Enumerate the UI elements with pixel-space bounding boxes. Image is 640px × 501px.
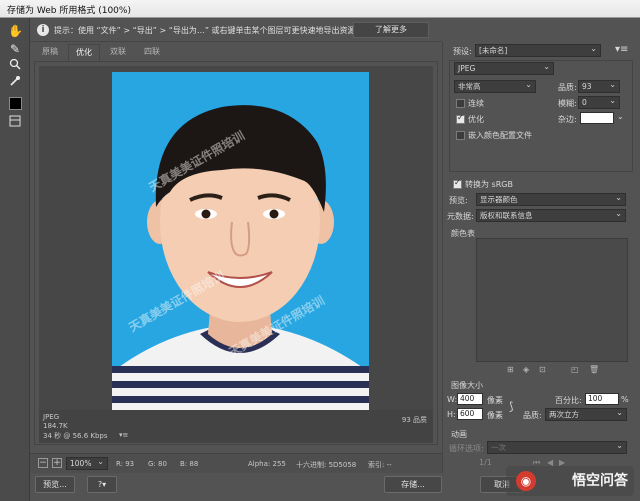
link-proportions-icon[interactable]: ⟆ bbox=[509, 400, 513, 413]
convert-srgb-checkbox[interactable] bbox=[453, 178, 462, 189]
progressive-checkbox[interactable] bbox=[456, 99, 465, 108]
slice-select-tool-icon[interactable]: ✎ bbox=[8, 42, 22, 56]
zoom-bar: − + 100% R: 93 G: 80 B: 88 Alpha: 255 十六… bbox=[30, 453, 442, 473]
eyedropper-tool-icon[interactable] bbox=[8, 75, 22, 89]
info-icon: i bbox=[37, 24, 49, 36]
zoom-out-button[interactable]: − bbox=[38, 458, 48, 468]
color-table-title: 颜色表 bbox=[451, 229, 475, 238]
help-icon: ?▾ bbox=[97, 480, 107, 489]
quality-label: 品质: bbox=[558, 83, 577, 92]
learn-more-button[interactable]: 了解更多 bbox=[353, 22, 429, 38]
download-time-text: 34 秒 @ 56.6 Kbps bbox=[43, 432, 108, 440]
r-value: R: 93 bbox=[116, 460, 135, 468]
height-input[interactable]: 600 bbox=[457, 408, 483, 420]
height-label: H: bbox=[447, 410, 456, 419]
preview-canvas: 天真美美证件照培训 天真美美证件照培训 天真美美证件照培训 JPEG 184.7… bbox=[34, 61, 438, 445]
window-titlebar: 存储为 Web 所用格式 (100%) bbox=[0, 0, 640, 18]
format-text: JPEG bbox=[43, 413, 60, 421]
b-value: B: 88 bbox=[180, 460, 199, 468]
optimized-info: JPEG 184.7K 34 秒 @ 56.6 Kbps ▾≡ 93 品质 bbox=[39, 410, 433, 443]
progressive-label: 连续 bbox=[468, 99, 484, 108]
new-color-icon[interactable]: ◰ bbox=[571, 365, 579, 374]
frame-counter: 1/1 bbox=[479, 458, 492, 467]
eyedropper-color-swatch[interactable] bbox=[9, 97, 22, 110]
convert-srgb-label: 转换为 sRGB bbox=[465, 180, 513, 189]
window-title: 存储为 Web 所用格式 (100%) bbox=[7, 6, 131, 16]
preview-label: 预览: bbox=[449, 196, 468, 205]
metadata-label: 元数据: bbox=[447, 212, 474, 221]
wukong-logo-icon: ◉ bbox=[516, 471, 536, 491]
download-speed-menu-icon[interactable]: ▾≡ bbox=[119, 431, 128, 439]
tab-original[interactable]: 原稿 bbox=[34, 44, 66, 61]
quality-preset-select[interactable]: 非常高 bbox=[454, 80, 536, 93]
quality-input[interactable]: 93 bbox=[578, 80, 620, 93]
blur-label: 模糊: bbox=[558, 99, 577, 108]
preset-label: 预设: bbox=[453, 47, 472, 56]
tab-2up[interactable]: 双联 bbox=[102, 44, 134, 61]
panel-menu-icon[interactable]: ▾≡ bbox=[615, 44, 628, 55]
width-input[interactable]: 400 bbox=[457, 393, 483, 405]
zoom-level-select[interactable]: 100% bbox=[66, 457, 108, 470]
g-value: G: 80 bbox=[148, 460, 167, 468]
matte-chevron-icon[interactable]: ⌄ bbox=[617, 112, 624, 121]
matte-color-swatch[interactable] bbox=[580, 112, 614, 124]
tab-4up[interactable]: 四联 bbox=[136, 44, 168, 61]
file-size-text: 184.7K bbox=[43, 422, 68, 430]
zoom-tool-icon[interactable] bbox=[8, 58, 22, 72]
help-menu-button[interactable]: ?▾ bbox=[87, 476, 117, 493]
save-button[interactable]: 存储... bbox=[384, 476, 442, 493]
preview-color-select[interactable]: 显示器颜色 bbox=[476, 193, 626, 206]
alpha-value: Alpha: 255 bbox=[248, 460, 286, 468]
percent-unit: % bbox=[621, 395, 629, 404]
percent-label: 百分比: bbox=[555, 396, 582, 405]
settings-panel: 预设: [未命名] ▾≡ JPEG 非常高 品质: 93 连续 模糊: 0 优化… bbox=[442, 42, 640, 473]
watermark-logo-text: 悟空问答 bbox=[572, 473, 628, 489]
optimized-label: 优化 bbox=[468, 115, 484, 124]
percent-input[interactable]: 100 bbox=[585, 393, 619, 405]
hand-tool-icon[interactable]: ✋ bbox=[8, 24, 23, 38]
tools-panel: ✋ ✎ bbox=[0, 18, 30, 501]
resample-quality-select[interactable]: 两次立方 bbox=[545, 408, 627, 421]
wukong-watermark: ◉ 悟空问答 bbox=[506, 466, 634, 496]
preview-area[interactable]: 天真美美证件照培训 天真美美证件照培训 天真美美证件照培训 bbox=[39, 66, 433, 414]
portrait-photo: 天真美美证件照培训 天真美美证件照培训 天真美美证件照培训 bbox=[112, 72, 369, 414]
embed-profile-checkbox[interactable] bbox=[456, 131, 465, 140]
lock-color-icon[interactable]: ⊡ bbox=[539, 365, 546, 374]
loop-options-label: 循环选项: bbox=[449, 444, 484, 453]
tab-optimized[interactable]: 优化 bbox=[68, 44, 100, 61]
toggle-slices-icon[interactable] bbox=[8, 115, 22, 129]
resample-quality-label: 品质: bbox=[523, 411, 542, 420]
zoom-in-button[interactable]: + bbox=[52, 458, 62, 468]
web-snap-icon[interactable]: ◈ bbox=[523, 365, 529, 374]
preset-select[interactable]: [未命名] bbox=[475, 44, 601, 57]
color-table bbox=[476, 238, 628, 362]
tip-bar: i 提示：使用 “文件” > “导出” > “导出为…” 或右键单击某个图层可更… bbox=[30, 18, 442, 42]
image-size-title: 图像大小 bbox=[451, 381, 483, 390]
index-value: 索引: -- bbox=[368, 461, 392, 469]
hex-value: 十六进制: 5D5058 bbox=[296, 461, 357, 469]
preview-button[interactable]: 预览... bbox=[35, 476, 75, 493]
quality-text: 93 品质 bbox=[401, 416, 427, 424]
loop-options-select[interactable]: 一次 bbox=[487, 441, 627, 454]
blur-input[interactable]: 0 bbox=[578, 96, 620, 109]
format-settings-section: JPEG 非常高 品质: 93 连续 模糊: 0 优化 杂边: ⌄ 嵌入颜色配置… bbox=[449, 60, 633, 172]
embed-profile-label: 嵌入颜色配置文件 bbox=[468, 131, 532, 140]
format-select[interactable]: JPEG bbox=[454, 62, 554, 75]
animation-title: 动画 bbox=[451, 430, 467, 439]
height-unit: 像素 bbox=[487, 411, 503, 420]
map-to-transparent-icon[interactable]: ⊞ bbox=[507, 365, 514, 374]
metadata-select[interactable]: 版权和联系信息 bbox=[476, 209, 626, 222]
matte-label: 杂边: bbox=[558, 115, 577, 124]
width-label: W: bbox=[447, 395, 458, 404]
optimized-checkbox[interactable] bbox=[456, 113, 465, 124]
tip-text: 提示：使用 “文件” > “导出” > “导出为…” 或右键单击某个图层可更快速… bbox=[54, 26, 356, 35]
delete-color-icon[interactable]: 🗑 bbox=[589, 365, 599, 374]
width-unit: 像素 bbox=[487, 396, 503, 405]
